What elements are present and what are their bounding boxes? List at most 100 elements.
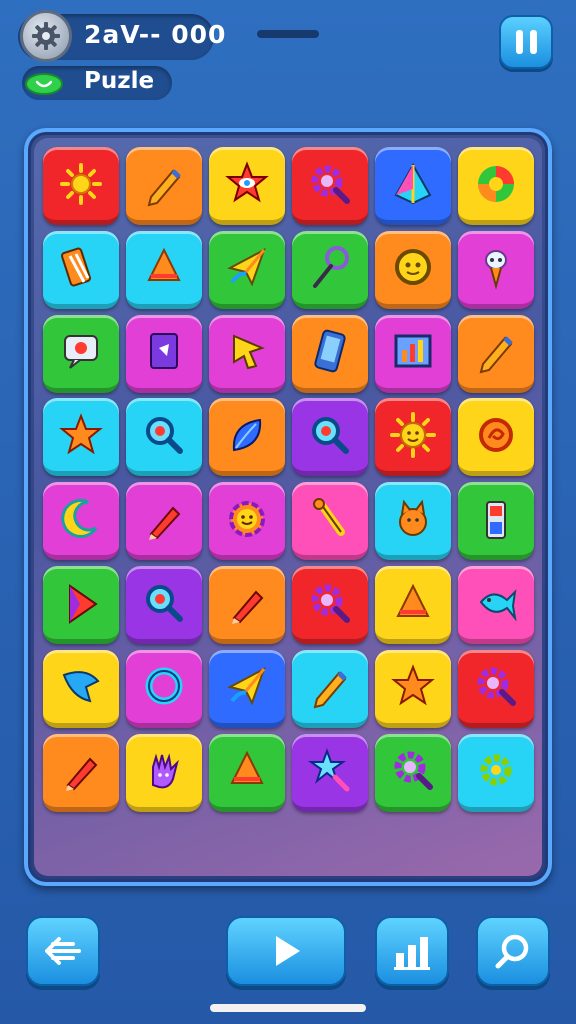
back-arrow-icon [45,937,81,965]
game-tile[interactable] [209,733,285,812]
game-tile[interactable] [375,230,451,309]
heart-icon [25,73,63,95]
paper-plane-icon [227,248,266,287]
game-tile[interactable] [458,230,534,309]
game-tile[interactable] [458,649,534,728]
sun-face-icon [390,411,436,458]
chart-frame-icon [394,334,432,368]
game-tile[interactable] [209,398,285,477]
crayon-icon [232,590,264,624]
magnifier-icon [312,416,349,454]
pause-button[interactable] [499,15,553,69]
game-tile[interactable] [458,733,534,812]
game-tile[interactable] [43,482,119,561]
face-badge-icon [395,249,431,286]
gear-magnifier-icon [394,751,433,791]
wheel-icon [478,165,514,202]
search-icon [495,934,529,969]
game-tile[interactable] [43,230,119,309]
game-tile[interactable] [126,147,202,225]
fish-icon [479,588,517,622]
game-tile[interactable] [458,398,534,477]
game-tile[interactable] [375,482,451,561]
hand-icon [152,753,179,789]
game-tile[interactable] [458,314,534,393]
moon-icon [61,498,98,538]
game-tile[interactable] [209,566,285,644]
camera-notch [257,30,319,38]
game-tile[interactable] [375,566,451,644]
cone-icon [147,248,181,282]
gear-magnifier-icon [311,584,350,623]
gear-icon [480,754,512,786]
pencil-icon [479,336,513,374]
leaf-icon [232,418,262,452]
game-tile[interactable] [292,566,368,644]
pencil-icon [147,168,181,206]
game-tile[interactable] [458,482,534,561]
game-tile[interactable] [292,649,368,728]
stats-button[interactable] [375,916,449,986]
flower-face-icon [229,500,265,537]
cursor-icon [233,334,265,370]
cone-icon [230,750,264,785]
ruler-icon [61,247,91,287]
game-tile[interactable] [292,482,368,561]
game-tile[interactable] [43,649,119,728]
game-tile[interactable] [126,398,202,477]
game-tile[interactable] [375,147,451,225]
game-tile[interactable] [209,649,285,728]
game-tile[interactable] [375,649,451,728]
arrow-icon [69,583,98,624]
star-wand-icon [307,748,350,792]
score-label: 2aV-- 000 [84,20,227,49]
game-tile[interactable] [209,147,285,225]
game-tile[interactable] [458,566,534,644]
game-tile[interactable] [292,147,368,225]
crayon-icon [149,506,181,540]
magnifier-icon [146,584,183,622]
search-button[interactable] [476,916,550,986]
game-tile[interactable] [126,314,202,393]
game-tile[interactable] [126,566,202,644]
game-tile[interactable] [43,147,119,225]
game-tile[interactable] [292,314,368,393]
ring-icon [145,667,183,705]
battery-icon [486,500,506,539]
pencil-icon [313,671,347,709]
star-icon [391,664,435,706]
game-tile[interactable] [126,733,202,812]
paper-plane-icon [227,667,266,706]
settings-button[interactable] [20,10,72,62]
lasso-icon [313,246,349,289]
game-tile[interactable] [375,314,451,393]
game-tile[interactable] [292,398,368,477]
game-tile[interactable] [43,566,119,644]
cone-icon [396,583,430,617]
brush-icon [313,497,345,536]
swirl-icon [479,417,513,452]
sign-icon [64,335,98,369]
game-tile[interactable] [292,230,368,309]
magnifier-icon [146,416,183,454]
back-button[interactable] [26,916,100,986]
game-tile[interactable] [43,398,119,477]
game-tile[interactable] [209,314,285,393]
play-button[interactable] [226,916,346,986]
game-tile[interactable] [126,230,202,309]
game-tile[interactable] [375,398,451,477]
card-icon [150,333,178,370]
gear-magnifier-icon [311,165,350,204]
game-tile[interactable] [209,230,285,309]
game-tile[interactable] [458,147,534,225]
game-tile[interactable] [375,733,451,812]
game-tile[interactable] [292,733,368,812]
game-tile[interactable] [126,649,202,728]
cat-icon [399,499,427,536]
game-tile[interactable] [43,733,119,812]
game-tile[interactable] [209,482,285,561]
game-tile[interactable] [43,314,119,393]
gear-icon [32,22,60,50]
game-tile[interactable] [126,482,202,561]
phone-icon [314,329,346,373]
